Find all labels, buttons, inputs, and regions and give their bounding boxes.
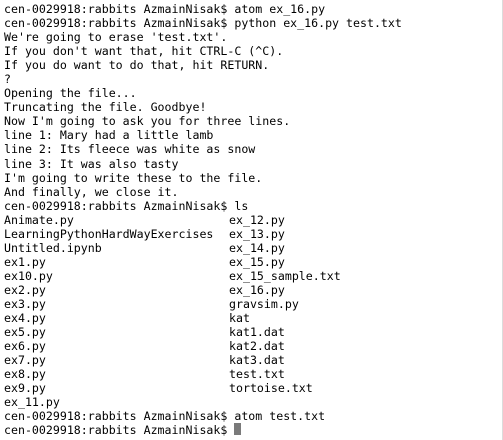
- ls-row: ex5.py kat1.dat: [4, 325, 499, 339]
- ls-entry: ex5.py: [4, 325, 46, 340]
- ls-entry: ex_12.py: [229, 212, 285, 227]
- terminal-line: line 1: Mary had a little lamb: [4, 128, 214, 143]
- ls-row: ex10.py ex_15_sample.txt: [4, 269, 499, 283]
- ls-entry: ex_15_sample.txt: [229, 268, 341, 283]
- terminal-line: ?: [4, 72, 11, 87]
- ls-entry: ex_14.py: [229, 240, 285, 255]
- ls-entry: kat1.dat: [229, 325, 285, 340]
- ls-row: ex9.py tortoise.txt: [4, 381, 499, 395]
- ls-entry: LearningPythonHardWayExercises: [4, 226, 214, 241]
- terminal-line: line 3: It was also tasty: [4, 156, 179, 171]
- output-after-ls: cen-0029918:rabbits AzmainNisak$ atom te…: [4, 409, 499, 423]
- terminal-line: cen-0029918:rabbits AzmainNisak$ ls: [4, 198, 249, 213]
- ls-entry: ex7.py: [4, 353, 46, 368]
- ls-entry: kat2.dat: [229, 339, 285, 354]
- ls-row: ex7.py kat3.dat: [4, 353, 499, 367]
- ls-entry: ex6.py: [4, 339, 46, 354]
- ls-entry: ex_11.py: [4, 395, 60, 410]
- ls-entry: ex4.py: [4, 311, 46, 326]
- terminal-line: cen-0029918:rabbits AzmainNisak$ python …: [4, 16, 402, 31]
- terminal-line: We're going to erase 'test.txt'.: [4, 30, 228, 45]
- text-cursor: [234, 423, 242, 436]
- terminal-line: Now I'm going to ask you for three lines…: [4, 114, 291, 129]
- terminal-line: line 2: Its fleece was white as snow: [4, 142, 256, 157]
- ls-output: Animate.py ex_12.py LearningPythonHardWay…: [4, 213, 499, 410]
- command-prompt-line[interactable]: cen-0029918:rabbits AzmainNisak$: [4, 423, 499, 437]
- ls-entry: Animate.py: [4, 212, 74, 227]
- ls-entry: ex_15.py: [229, 254, 285, 269]
- ls-row: LearningPythonHardWayExercises ex_13.py: [4, 227, 499, 241]
- ls-row: ex_11.py: [4, 395, 499, 409]
- ls-entry: ex8.py: [4, 367, 46, 382]
- ls-entry: ex3.py: [4, 296, 46, 311]
- ls-row: Untitled.ipynb ex_14.py: [4, 241, 499, 255]
- terminal-line: And finally, we close it.: [4, 184, 179, 199]
- terminal-line: Truncating the file. Goodbye!: [4, 100, 207, 115]
- terminal-line: I'm going to write these to the file.: [4, 170, 263, 185]
- ls-entry: tortoise.txt: [229, 381, 313, 396]
- ls-entry: ex2.py: [4, 282, 46, 297]
- terminal-line: cen-0029918:rabbits AzmainNisak$ atom ex…: [4, 2, 326, 16]
- ls-row: ex1.py ex_15.py: [4, 255, 499, 269]
- terminal-line: If you do want to do that, hit RETURN.: [4, 58, 270, 73]
- ls-row: ex8.py test.txt: [4, 367, 499, 381]
- ls-entry: Untitled.ipynb: [4, 240, 102, 255]
- ls-row: ex6.py kat2.dat: [4, 339, 499, 353]
- ls-entry: test.txt: [229, 367, 285, 382]
- output-before-ls: cen-0029918:rabbits AzmainNisak$ atom ex…: [4, 2, 499, 213]
- ls-entry: ex10.py: [4, 268, 53, 283]
- terminal-line: Opening the file...: [4, 86, 137, 101]
- terminal-line: If you don't want that, hit CTRL-C (^C).: [4, 44, 284, 59]
- ls-entry: ex_13.py: [229, 226, 285, 241]
- ls-entry: ex1.py: [4, 254, 46, 269]
- ls-row: ex3.py gravsim.py: [4, 297, 499, 311]
- ls-row: Animate.py ex_12.py: [4, 213, 499, 227]
- ls-entry: kat: [229, 311, 250, 326]
- terminal-window[interactable]: cen-0029918:rabbits AzmainNisak$ atom ex…: [0, 0, 503, 440]
- ls-entry: ex_16.py: [229, 282, 285, 297]
- ls-entry: ex9.py: [4, 381, 46, 396]
- ls-row: ex4.py kat: [4, 311, 499, 325]
- terminal-line: cen-0029918:rabbits AzmainNisak$ atom te…: [4, 409, 326, 424]
- ls-entry: kat3.dat: [229, 353, 285, 368]
- ls-row: ex2.py ex_16.py: [4, 283, 499, 297]
- ls-entry: gravsim.py: [229, 296, 299, 311]
- shell-prompt: cen-0029918:rabbits AzmainNisak$: [4, 423, 235, 438]
